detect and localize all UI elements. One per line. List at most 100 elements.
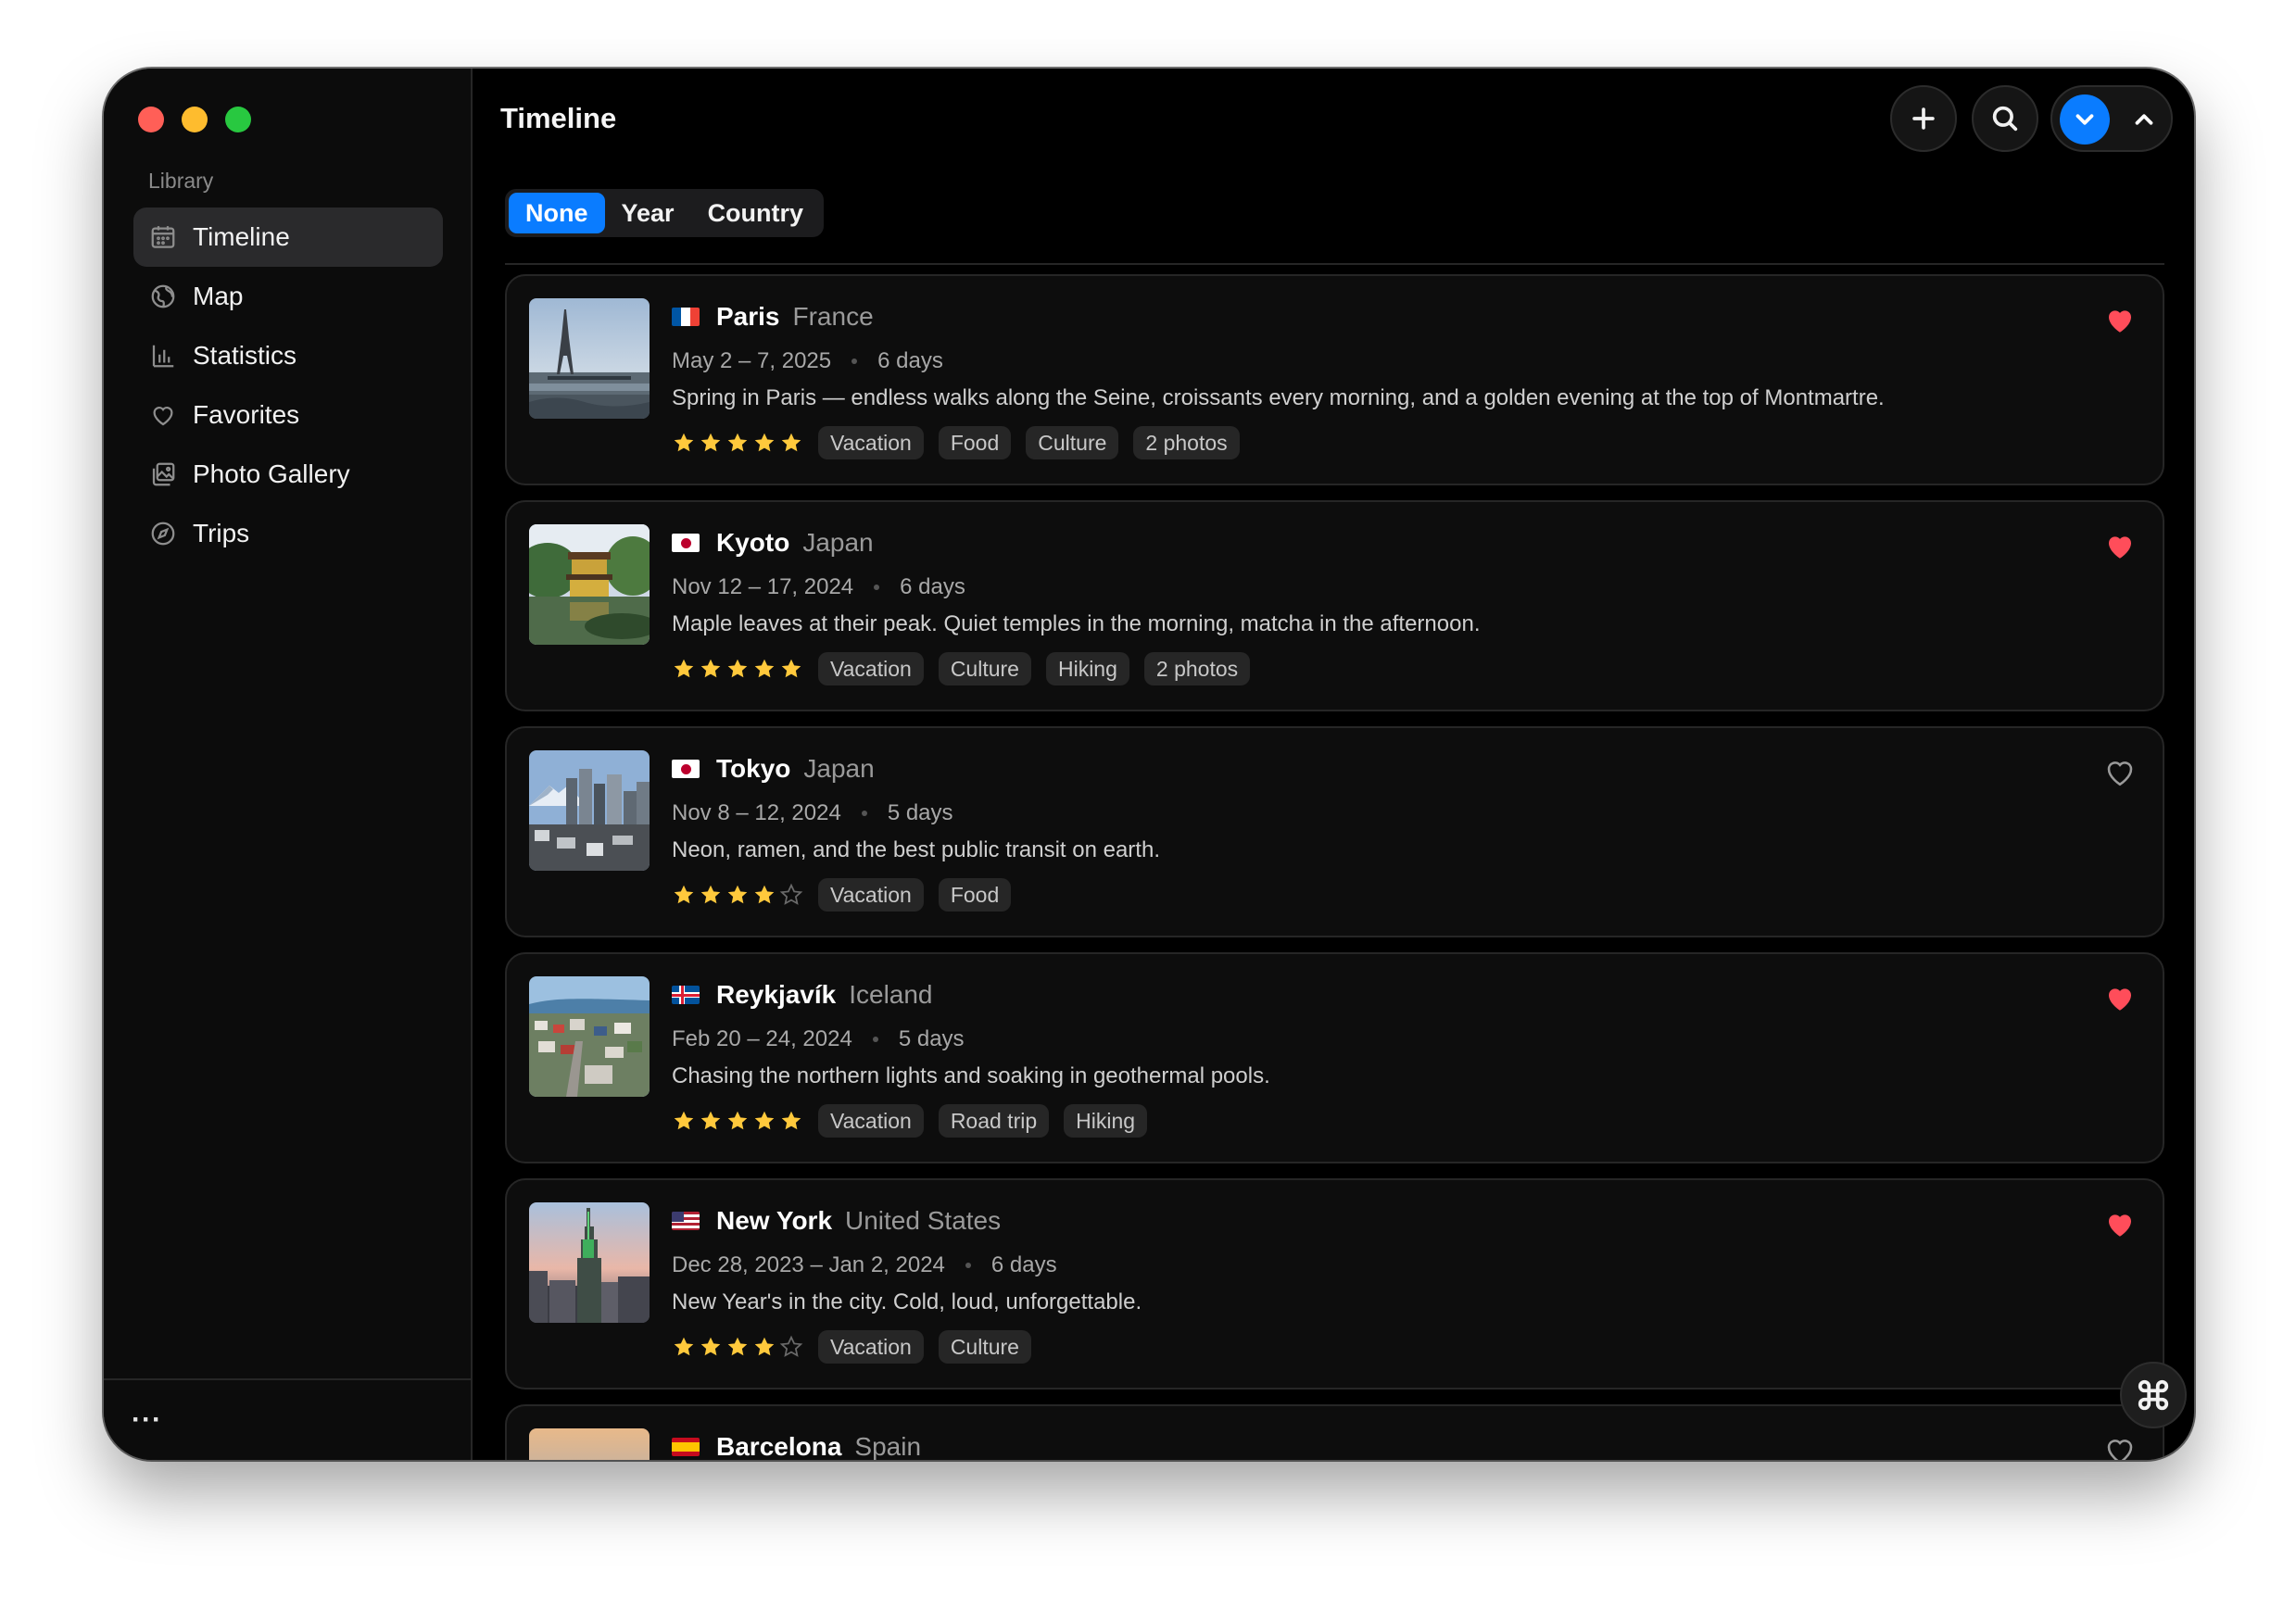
chart-icon <box>148 341 178 371</box>
trip-rating <box>672 1109 803 1133</box>
trip-tag: Road trip <box>938 1104 1050 1138</box>
star-filled-icon <box>727 1337 748 1356</box>
favorite-toggle[interactable] <box>2103 1434 2137 1460</box>
divider <box>505 263 2164 265</box>
group-option-year[interactable]: Year <box>605 193 691 233</box>
trip-duration: 5 days <box>887 800 953 825</box>
star-filled-icon <box>674 659 694 678</box>
trip-list: Paris France May 2 – 7, 2025 6 days Spri… <box>505 274 2164 1460</box>
trip-dates: Feb 20 – 24, 2024 <box>672 1026 852 1051</box>
trip-card[interactable]: New York United States Dec 28, 2023 – Ja… <box>505 1178 2164 1390</box>
close-window-button[interactable] <box>138 107 164 132</box>
photo-gallery-icon <box>148 459 178 489</box>
sidebar-item-label: Photo Gallery <box>193 459 350 488</box>
favorite-toggle[interactable] <box>2103 756 2137 789</box>
trip-details: Tokyo Japan Nov 8 – 12, 2024 5 days Neon… <box>672 750 2088 913</box>
trip-details: Barcelona Spain <box>672 1428 2088 1460</box>
heart-filled-icon <box>2108 988 2132 1011</box>
sidebar-item-timeline[interactable]: Timeline <box>133 207 443 267</box>
star-filled-icon <box>781 1111 801 1130</box>
sidebar-nav: Timeline Map Statistics Favorites Photo … <box>133 207 443 563</box>
trip-country: United States <box>845 1206 1002 1235</box>
heart-filled-icon <box>2108 1214 2132 1237</box>
sidebar-item-photo-gallery[interactable]: Photo Gallery <box>133 445 443 504</box>
trip-thumbnail <box>529 750 650 871</box>
star-filled-icon <box>700 1111 721 1130</box>
trip-dates: Nov 8 – 12, 2024 <box>672 800 841 825</box>
page-title: Timeline <box>500 102 617 134</box>
trip-thumbnail <box>529 1202 650 1323</box>
trip-details: Paris France May 2 – 7, 2025 6 days Spri… <box>672 298 2088 461</box>
app-window: Library Timeline Map Statistics Favorite… <box>104 69 2194 1460</box>
photo-count-badge: 2 photos <box>1133 426 1240 459</box>
trip-card[interactable]: Kyoto Japan Nov 12 – 17, 2024 6 days Map… <box>505 500 2164 711</box>
star-filled-icon <box>754 659 775 678</box>
sidebar-section-label: Library <box>148 169 214 193</box>
zoom-window-button[interactable] <box>225 107 251 132</box>
favorite-toggle[interactable] <box>2103 1208 2137 1241</box>
group-by-control: None Year Country <box>505 189 825 237</box>
trip-dates: May 2 – 7, 2025 <box>672 348 832 373</box>
trip-description: Maple leaves at their peak. Quiet temple… <box>672 611 1481 636</box>
star-filled-icon <box>727 433 748 452</box>
trip-thumbnail <box>529 976 650 1097</box>
trip-description: New Year's in the city. Cold, loud, unfo… <box>672 1289 1142 1314</box>
france-flag-icon <box>672 308 700 326</box>
trip-tag: Food <box>938 878 1012 912</box>
command-button[interactable] <box>2120 1362 2187 1428</box>
sidebar-item-statistics[interactable]: Statistics <box>133 326 443 385</box>
star-filled-icon <box>754 433 775 452</box>
add-trip-button[interactable] <box>1890 85 1957 152</box>
sidebar-item-trips[interactable]: Trips <box>133 504 443 563</box>
trip-country: Spain <box>854 1432 922 1460</box>
usa-flag-icon <box>672 1212 700 1230</box>
trip-duration: 6 days <box>900 574 965 599</box>
trip-tag: Hiking <box>1045 652 1129 685</box>
trip-tag: Hiking <box>1064 1104 1148 1138</box>
group-option-none[interactable]: None <box>509 193 605 233</box>
trip-tag: Culture <box>938 1330 1031 1364</box>
more-options-button[interactable]: ··· <box>132 1404 162 1436</box>
trip-description: Neon, ramen, and the best public transit… <box>672 837 1160 862</box>
group-option-country[interactable]: Country <box>691 193 821 233</box>
sidebar-item-map[interactable]: Map <box>133 267 443 326</box>
previous-button[interactable] <box>2121 94 2167 145</box>
trip-card[interactable]: Paris France May 2 – 7, 2025 6 days Spri… <box>505 274 2164 485</box>
trip-rating <box>672 1335 803 1359</box>
trip-country: Japan <box>802 528 874 557</box>
trip-rating <box>672 431 803 455</box>
photo-count-badge: 2 photos <box>1143 652 1251 685</box>
trip-tag: Culture <box>938 652 1031 685</box>
trip-description: Spring in Paris — endless walks along th… <box>672 385 1885 410</box>
star-filled-icon <box>674 885 694 904</box>
star-filled-icon <box>700 659 721 678</box>
trip-dates: Nov 12 – 17, 2024 <box>672 574 854 599</box>
minimize-window-button[interactable] <box>182 107 208 132</box>
trip-card[interactable]: Tokyo Japan Nov 8 – 12, 2024 5 days Neon… <box>505 726 2164 937</box>
sidebar: Library Timeline Map Statistics Favorite… <box>104 69 473 1460</box>
trip-tag: Vacation <box>818 426 924 459</box>
star-empty-icon <box>779 1335 803 1357</box>
trip-city: New York <box>716 1206 833 1235</box>
trip-duration: 5 days <box>898 1026 965 1051</box>
trip-rating <box>672 657 803 681</box>
trip-card[interactable]: Reykjavík Iceland Feb 20 – 24, 2024 5 da… <box>505 952 2164 1163</box>
sidebar-item-label: Timeline <box>193 222 290 251</box>
star-filled-icon <box>700 433 721 452</box>
add-icon <box>1912 107 1935 130</box>
star-filled-icon <box>727 1111 748 1130</box>
sidebar-item-favorites[interactable]: Favorites <box>133 385 443 445</box>
trip-card[interactable]: Barcelona Spain <box>505 1404 2164 1460</box>
trip-country: Japan <box>803 754 875 783</box>
heart-outline-icon <box>2107 1440 2133 1460</box>
trip-city: Reykjavík <box>716 980 837 1009</box>
search-icon <box>1992 106 2018 132</box>
trip-dates: Dec 28, 2023 – Jan 2, 2024 <box>672 1252 945 1277</box>
trip-rating <box>672 883 803 907</box>
favorite-toggle[interactable] <box>2103 530 2137 563</box>
favorite-toggle[interactable] <box>2103 304 2137 337</box>
trip-thumbnail <box>529 298 650 419</box>
next-button[interactable] <box>2060 94 2110 145</box>
search-button[interactable] <box>1972 85 2038 152</box>
favorite-toggle[interactable] <box>2103 982 2137 1015</box>
